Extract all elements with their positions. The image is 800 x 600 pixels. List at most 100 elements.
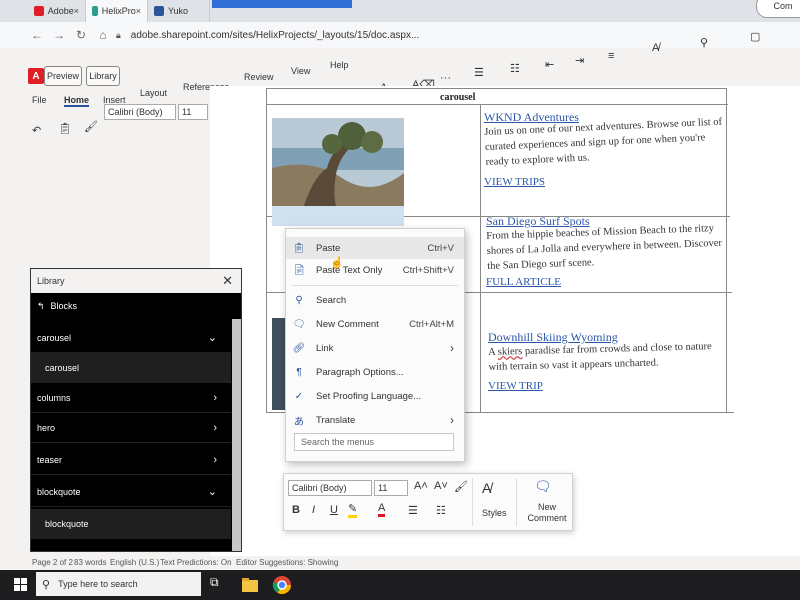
- format-painter-icon[interactable]: 🖌︎: [454, 480, 468, 493]
- windows-start-icon[interactable]: [14, 578, 28, 592]
- highlight-icon[interactable]: ✎: [348, 502, 358, 518]
- menu-help[interactable]: Help: [330, 60, 349, 70]
- link-icon: 🔗︎: [292, 342, 306, 354]
- numbering-icon[interactable]: ☷: [436, 504, 446, 517]
- align-icon[interactable]: ≡: [608, 50, 614, 62]
- context-menu-link[interactable]: 🔗︎ Link ›: [286, 337, 464, 359]
- new-comment-icon[interactable]: 🗨︎: [534, 478, 552, 495]
- browser-tab-adobe[interactable]: Adobe ×: [28, 0, 86, 22]
- paste-icon[interactable]: 📋︎: [58, 122, 72, 135]
- library-item-label: blockquote: [37, 486, 81, 497]
- bold-icon[interactable]: B: [292, 504, 300, 516]
- url-field[interactable]: adobe.sharepoint.com/sites/HelixProjects…: [131, 30, 420, 41]
- font-size-select[interactable]: 11: [178, 104, 208, 120]
- styles-icon[interactable]: A̸: [482, 480, 491, 496]
- new-comment-button-label[interactable]: New Comment: [524, 502, 570, 524]
- context-menu-search[interactable]: ⚲ Search: [286, 289, 464, 311]
- bullets-icon[interactable]: ☰: [474, 66, 484, 79]
- context-menu-paste-text-only[interactable]: 📄︎ Paste Text Only Ctrl+Shift+V: [286, 259, 464, 281]
- row-cta-link[interactable]: VIEW TRIP: [488, 380, 543, 392]
- preview-button[interactable]: Preview: [44, 66, 82, 86]
- chevron-down-icon: ⌄: [207, 486, 217, 498]
- close-icon[interactable]: ×: [136, 6, 141, 16]
- reload-icon[interactable]: ↻: [74, 28, 88, 42]
- library-button[interactable]: Library: [86, 66, 120, 86]
- grow-font-icon[interactable]: A˄: [414, 480, 428, 492]
- menu-item-label: Paste: [316, 242, 341, 254]
- row-cta-link[interactable]: FULL ARTICLE: [486, 276, 561, 288]
- lock-icon: 🔒︎: [116, 29, 121, 40]
- library-subitem-blockquote[interactable]: blockquote: [31, 509, 231, 539]
- context-menu-translate[interactable]: あ Translate ›: [286, 409, 464, 431]
- table-border: [266, 88, 267, 412]
- browser-tab-helixpro[interactable]: HelixPro ×: [86, 0, 148, 22]
- numbering-icon[interactable]: ☷: [510, 62, 520, 75]
- mini-font-name-select[interactable]: Calibri (Body): [288, 480, 372, 496]
- comment-button[interactable]: Com: [756, 0, 800, 18]
- library-item-columns[interactable]: columns ›: [31, 383, 231, 413]
- library-panel-header: Library ✕: [31, 269, 241, 293]
- table-caption: carousel: [440, 92, 476, 103]
- font-color-icon[interactable]: A: [378, 502, 386, 517]
- context-menu-paste[interactable]: 📋︎ Paste Ctrl+V: [286, 237, 464, 259]
- library-item-blockquote[interactable]: blockquote ⌄: [31, 477, 231, 507]
- find-icon[interactable]: ⚲: [700, 36, 708, 49]
- forward-icon[interactable]: →: [52, 28, 66, 42]
- context-menu-paragraph-options[interactable]: ¶ Paragraph Options...: [286, 361, 464, 383]
- status-bar: Page 2 of 2 83 words English (U.S.) Text…: [0, 556, 800, 570]
- dictate-icon[interactable]: ▢: [750, 30, 760, 43]
- landscape-photo-1[interactable]: [272, 118, 404, 212]
- address-bar: ← → ↻ ⌂ 🔒︎ adobe.sharepoint.com/sites/He…: [0, 22, 800, 48]
- context-menu-proofing-language[interactable]: ✓ Set Proofing Language...: [286, 385, 464, 407]
- browser-tab-bar: Adobe × HelixPro × Yuko Com: [0, 0, 800, 22]
- library-section-blocks[interactable]: ↰ Blocks: [31, 293, 231, 319]
- library-item-hero[interactable]: hero ›: [31, 413, 231, 443]
- beach-photo-2[interactable]: [272, 206, 404, 226]
- styles-icon[interactable]: A̸: [652, 42, 659, 54]
- status-editor[interactable]: Editor Suggestions: Showing: [236, 558, 338, 567]
- underline-icon[interactable]: U: [330, 504, 338, 516]
- library-scrollbar[interactable]: [232, 319, 241, 551]
- library-item-carousel[interactable]: carousel ⌄: [31, 323, 231, 353]
- browser-tab-yuko[interactable]: Yuko: [148, 0, 210, 22]
- ski-photo-3[interactable]: [272, 318, 286, 410]
- styles-button-label[interactable]: Styles: [482, 508, 507, 518]
- spelling-flag-word[interactable]: skiers: [498, 346, 523, 358]
- menu-layout[interactable]: Layout: [140, 88, 167, 98]
- back-icon[interactable]: ←: [30, 28, 44, 42]
- font-name-select[interactable]: Calibri (Body): [104, 104, 176, 120]
- chevron-right-icon: ›: [450, 413, 454, 427]
- bullets-icon[interactable]: ☰: [408, 504, 418, 517]
- file-explorer-icon[interactable]: [240, 575, 260, 595]
- italic-icon[interactable]: I: [312, 504, 315, 516]
- context-menu-new-comment[interactable]: 🗨︎ New Comment Ctrl+Alt+M: [286, 313, 464, 335]
- format-painter-icon[interactable]: 🖌︎: [84, 120, 98, 133]
- more-icon[interactable]: ···: [440, 72, 451, 84]
- status-language[interactable]: English (U.S.): [110, 558, 159, 567]
- font-size-value: 11: [182, 107, 192, 117]
- taskbar-search-input[interactable]: ⚲ Type here to search: [36, 572, 201, 596]
- undo-icon[interactable]: ↶: [32, 124, 41, 137]
- menu-search-input[interactable]: Search the menus: [294, 433, 454, 451]
- menu-view[interactable]: View: [291, 66, 310, 76]
- menu-file[interactable]: File: [32, 95, 47, 105]
- chrome-icon[interactable]: [272, 575, 292, 595]
- menu-review[interactable]: Review: [244, 72, 274, 82]
- task-view-icon[interactable]: ⧉: [210, 575, 230, 595]
- tab-label: Adobe: [47, 6, 74, 16]
- shrink-font-icon[interactable]: A˅: [434, 480, 448, 492]
- search-icon: ⚲: [295, 294, 303, 306]
- status-predictions[interactable]: Text Predictions: On: [160, 558, 232, 567]
- menu-home[interactable]: Home: [64, 95, 90, 107]
- home-icon[interactable]: ⌂: [96, 28, 110, 42]
- font-size-value: 11: [378, 483, 388, 493]
- library-subitem-carousel[interactable]: carousel: [31, 353, 231, 383]
- comment-icon: 🗨︎: [292, 318, 306, 330]
- mini-font-size-select[interactable]: 11: [374, 480, 408, 496]
- row-cta-link[interactable]: VIEW TRIPS: [484, 176, 545, 188]
- decrease-indent-icon[interactable]: ⇤: [545, 58, 554, 71]
- close-icon[interactable]: ✕: [222, 273, 233, 289]
- library-item-teaser[interactable]: teaser ›: [31, 445, 231, 475]
- close-icon[interactable]: ×: [74, 6, 79, 16]
- increase-indent-icon[interactable]: ⇥: [575, 54, 584, 67]
